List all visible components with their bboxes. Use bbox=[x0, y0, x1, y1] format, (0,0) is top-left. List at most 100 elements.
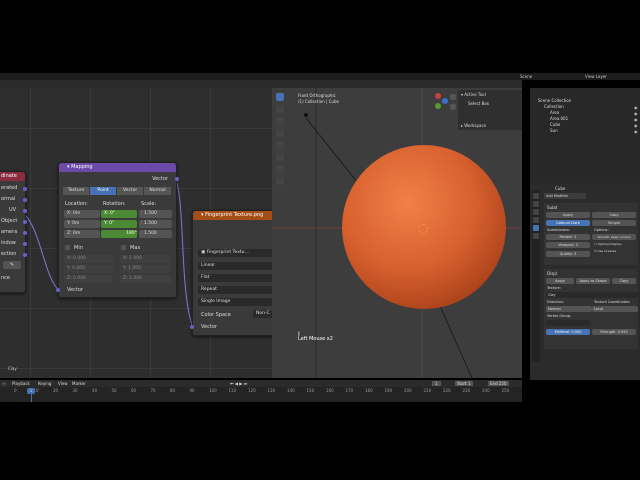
visibility-eye-icon[interactable]: ◉ bbox=[634, 105, 638, 110]
timeline-menu-playback[interactable]: Playback bbox=[12, 381, 30, 386]
timeline-editor-icon[interactable]: ◷ bbox=[2, 381, 6, 386]
subsurf-apply-button[interactable]: Apply bbox=[546, 212, 590, 218]
apply-as-shape-button[interactable]: Apply as Shape bbox=[576, 278, 610, 284]
gizmo-x-axis-icon[interactable] bbox=[435, 93, 441, 99]
outliner-scene-collection[interactable]: Scene Collection bbox=[538, 98, 571, 103]
3d-viewport[interactable]: Front Orthographic (1) Collection | Cube… bbox=[272, 88, 522, 378]
node-editor-canvas[interactable]: dinate erated ormal UV Object amera indo… bbox=[0, 88, 279, 378]
gizmo-y-axis-icon[interactable] bbox=[435, 103, 441, 109]
active-tool-name[interactable]: Select Box bbox=[468, 101, 489, 106]
mapping-tab-normal[interactable]: Normal bbox=[144, 187, 171, 195]
visibility-eye-icon[interactable]: ◉ bbox=[634, 123, 638, 128]
mapping-output-socket[interactable] bbox=[175, 177, 179, 181]
min-checkbox[interactable] bbox=[65, 245, 70, 250]
scale-x-field[interactable]: : 1.500 bbox=[139, 210, 172, 218]
max-x-field[interactable]: X: 1.000 bbox=[120, 255, 171, 263]
visibility-eye-icon[interactable]: ◉ bbox=[634, 129, 638, 134]
scale-tool-icon[interactable] bbox=[276, 141, 284, 149]
outliner-item-area-001[interactable]: Area.001 bbox=[550, 116, 568, 121]
end-frame-field[interactable]: End 250 bbox=[488, 381, 509, 386]
socket-window[interactable] bbox=[23, 242, 27, 246]
texture-selector[interactable]: Clay bbox=[546, 292, 638, 298]
max-z-field[interactable]: Z: 1.000 bbox=[120, 275, 171, 283]
location-x-field[interactable]: X: 0m bbox=[64, 210, 100, 218]
add-modifier-dropdown[interactable]: Add Modifier bbox=[544, 193, 586, 199]
playback-controls[interactable]: ⏮ ◀ ▶ ⏭ bbox=[230, 381, 247, 386]
scene-selector[interactable]: Scene bbox=[520, 74, 532, 79]
subsurf-name-field[interactable]: Subd bbox=[547, 205, 557, 210]
timeline[interactable]: ◷ Playback Keying View Marker ⏮ ◀ ▶ ⏭ 1 … bbox=[0, 380, 522, 402]
displace-name-field[interactable]: Displ bbox=[547, 271, 557, 276]
socket-normal[interactable] bbox=[23, 198, 27, 202]
mapping-tab-texture[interactable]: Texture bbox=[63, 187, 89, 195]
light-icon[interactable] bbox=[304, 113, 308, 117]
image-selector[interactable]: ▣ Fingerprint Textu... bbox=[198, 249, 275, 257]
timeline-menu-keying[interactable]: Keying bbox=[38, 381, 51, 386]
socket-reflection[interactable] bbox=[23, 253, 27, 257]
image-input-socket[interactable] bbox=[190, 325, 194, 329]
max-checkbox[interactable] bbox=[121, 245, 126, 250]
socket-camera[interactable] bbox=[23, 231, 27, 235]
outliner-item-area[interactable]: Area bbox=[550, 110, 559, 115]
use-creases-checkbox[interactable]: ☑ Use Creases bbox=[594, 249, 616, 254]
modifier-tab-icon[interactable] bbox=[533, 225, 539, 231]
start-frame-field[interactable]: Start 1 bbox=[455, 381, 473, 386]
scale-y-field[interactable]: : 1.500 bbox=[139, 220, 172, 228]
cursor-tool-icon[interactable] bbox=[276, 105, 284, 113]
extension-repeat[interactable]: Repeat bbox=[198, 286, 275, 294]
strength-field[interactable]: Strength: 0.050 bbox=[592, 329, 636, 335]
texture-coordinate-node[interactable]: dinate erated ormal UV Object amera indo… bbox=[0, 171, 27, 293]
catmull-clark-button[interactable]: Catmull-Clark bbox=[546, 220, 590, 226]
optimal-display-checkbox[interactable]: ☐ Optimal Display bbox=[594, 242, 622, 247]
object-tab-icon[interactable] bbox=[533, 217, 539, 223]
uv-smooth-dropdown[interactable]: Smooth, keep corners bbox=[592, 234, 636, 240]
midlevel-field[interactable]: Midlevel: 0.500 bbox=[546, 329, 590, 335]
direction-dropdown[interactable]: Normal bbox=[546, 306, 592, 312]
visibility-eye-icon[interactable]: ◉ bbox=[634, 111, 638, 116]
transform-tool-icon[interactable] bbox=[276, 153, 284, 161]
annotate-tool-icon[interactable] bbox=[276, 165, 284, 173]
mapping-tab-vector[interactable]: Vector bbox=[117, 187, 143, 195]
location-z-field[interactable]: Z: 0m bbox=[64, 230, 100, 238]
mapping-input-socket[interactable] bbox=[56, 288, 60, 292]
socket-uv[interactable] bbox=[23, 209, 27, 213]
properties-editor[interactable]: Cube Add Modifier Subd Apply Copy Catmul… bbox=[530, 183, 640, 380]
outliner-item-cube[interactable]: Cube bbox=[550, 122, 560, 127]
image-texture-node[interactable]: ▾ Fingerprint Texture.png ▣ Fingerprint … bbox=[190, 210, 279, 336]
scale-z-field[interactable]: : 1.500 bbox=[139, 230, 172, 238]
min-z-field[interactable]: Z: 0.000 bbox=[64, 275, 113, 283]
quality-field[interactable]: Quality: 3 bbox=[546, 251, 590, 257]
projection-flat[interactable]: Flat bbox=[198, 274, 275, 282]
max-y-field[interactable]: Y: 1.000 bbox=[120, 265, 171, 273]
select-box-tool-icon[interactable] bbox=[276, 93, 284, 101]
output-tab-icon[interactable] bbox=[533, 209, 539, 215]
zoom-icon[interactable] bbox=[450, 94, 456, 100]
min-y-field[interactable]: Y: 0.000 bbox=[64, 265, 113, 273]
workspace-heading[interactable]: ▸ Workspace bbox=[461, 123, 486, 128]
view-layer-selector[interactable]: View Layer bbox=[585, 74, 607, 79]
rotate-tool-icon[interactable] bbox=[276, 129, 284, 137]
location-y-field[interactable]: Y: 0m bbox=[64, 220, 100, 228]
render-tab-icon[interactable] bbox=[533, 201, 539, 207]
mapping-node[interactable]: ▾ Mapping Vector Texture Point Vector No… bbox=[56, 162, 179, 298]
measure-tool-icon[interactable] bbox=[276, 177, 284, 185]
socket-object[interactable] bbox=[23, 220, 27, 224]
render-levels-field[interactable]: Render: 2 bbox=[546, 234, 590, 240]
vertex-group-field[interactable] bbox=[546, 320, 590, 326]
min-x-field[interactable]: X: 0.000 bbox=[64, 255, 113, 263]
outliner-item-sun[interactable]: Sun bbox=[550, 128, 558, 133]
move-tool-icon[interactable] bbox=[276, 117, 284, 125]
outliner[interactable]: Scene Collection Collection Area Area.00… bbox=[530, 88, 640, 183]
simple-button[interactable]: Simple bbox=[592, 220, 636, 226]
rotation-x-field[interactable]: X: 0° bbox=[101, 210, 137, 218]
timeline-menu-view[interactable]: View bbox=[58, 381, 68, 386]
pan-icon[interactable] bbox=[450, 104, 456, 110]
rotation-y-field[interactable]: Y: 0° bbox=[101, 220, 137, 228]
timeline-ruler[interactable]: 0 10 20 30 40 50 60 70 80 90 100 110 120 130 140 150 160… bbox=[0, 388, 522, 402]
displace-apply-button[interactable]: Apply bbox=[546, 278, 574, 284]
3d-cursor-icon[interactable] bbox=[418, 224, 428, 234]
texture-coordinates-dropdown[interactable]: Local bbox=[592, 306, 638, 312]
timeline-menu-marker[interactable]: Marker bbox=[72, 381, 86, 386]
subsurf-copy-button[interactable]: Copy bbox=[592, 212, 636, 218]
visibility-eye-icon[interactable]: ◉ bbox=[634, 117, 638, 122]
